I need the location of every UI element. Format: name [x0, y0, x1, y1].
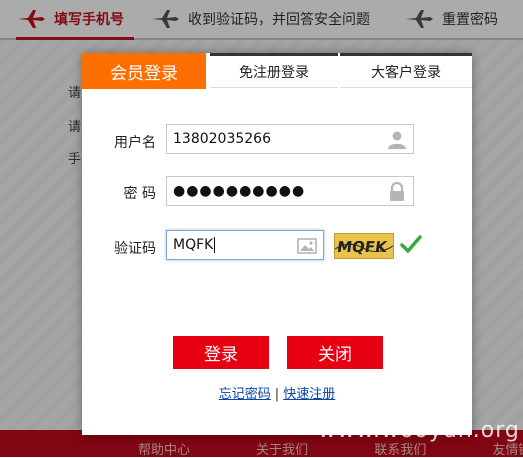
username-label: 用户名 — [114, 135, 156, 151]
captcha-graphic: MQFK — [335, 238, 393, 256]
captcha-value: MQFK — [173, 237, 214, 253]
user-icon — [388, 131, 406, 149]
login-dialog: 会员登录 免注册登录 大客户登录 用户名 13802035266 密 码 ●●●… — [82, 53, 472, 435]
lock-icon — [390, 182, 404, 201]
dialog-links: 忘记密码 | 快速注册 — [82, 383, 472, 402]
login-button[interactable]: 登录 — [173, 336, 269, 369]
captcha-image-text: MQFK — [336, 238, 389, 256]
link-separator: | — [274, 387, 280, 402]
tab-vip-login[interactable]: 大客户登录 — [340, 53, 472, 88]
quick-register-link[interactable]: 快速注册 — [283, 387, 335, 402]
forgot-password-link[interactable]: 忘记密码 — [219, 387, 271, 402]
image-icon — [297, 238, 317, 254]
password-input[interactable]: ●●●●●●●●●● — [166, 176, 414, 206]
text-cursor — [214, 237, 216, 253]
captcha-input[interactable]: MQFK — [166, 230, 324, 260]
captcha-image[interactable]: MQFK — [334, 233, 394, 259]
username-input[interactable]: 13802035266 — [166, 124, 414, 154]
tab-member-login[interactable]: 会员登录 — [82, 53, 206, 89]
password-value: ●●●●●●●●●● — [173, 183, 306, 199]
username-value: 13802035266 — [173, 131, 271, 147]
watermark: www.wooyun.org — [318, 418, 520, 443]
login-tabs: 会员登录 免注册登录 大客户登录 — [82, 53, 472, 89]
tab-free-register-login[interactable]: 免注册登录 — [210, 53, 338, 88]
captcha-label: 验证码 — [114, 241, 156, 257]
close-button[interactable]: 关闭 — [287, 336, 383, 369]
password-label: 密 码 — [123, 186, 156, 202]
checkmark-icon — [400, 235, 422, 253]
